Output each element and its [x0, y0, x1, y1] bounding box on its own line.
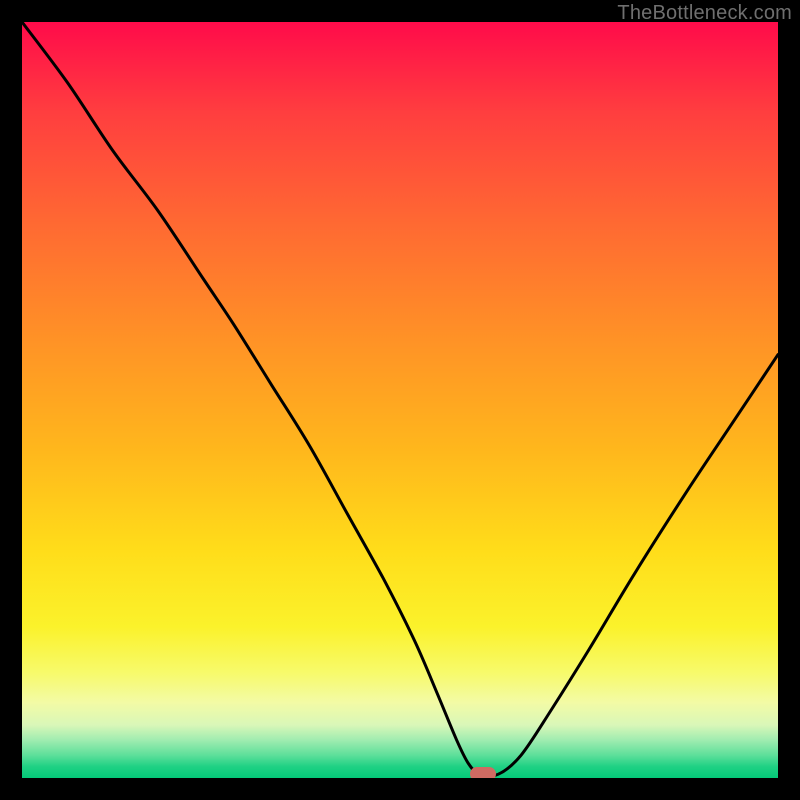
- watermark-text: TheBottleneck.com: [617, 2, 792, 25]
- minimum-marker: [470, 767, 496, 778]
- curve-svg: [22, 22, 778, 778]
- chart-frame: TheBottleneck.com: [0, 0, 800, 800]
- plot-area: [22, 22, 778, 778]
- bottleneck-curve: [22, 22, 778, 776]
